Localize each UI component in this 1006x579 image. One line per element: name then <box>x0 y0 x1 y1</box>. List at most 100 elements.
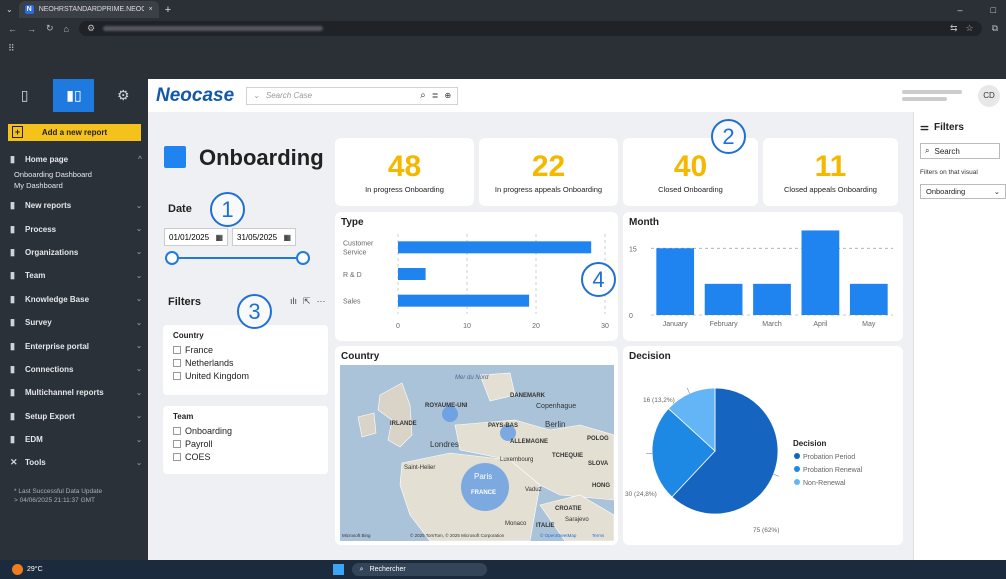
sidebar-item-tools[interactable]: ✕ Tools ⌄ <box>0 451 148 474</box>
sidebar-menu-rest: ▮ New reports ⌄ ▮ Process ⌄ ▮ Organizations ⌄ … <box>0 194 148 475</box>
sidebar-item-team[interactable]: ▮ Team ⌄ <box>0 264 148 287</box>
annotation-marker: 1 <box>210 192 245 227</box>
date-to-input[interactable]: 31/05/2025 ▦ <box>232 228 296 246</box>
tab-menu-icon[interactable]: ⌄ <box>6 5 13 14</box>
filter-option-onboarding[interactable]: Onboarding <box>173 424 318 437</box>
report-icon: ▮ <box>10 410 15 421</box>
map-label: ALLEMAGNE <box>510 439 548 445</box>
weather-temp: 29°C <box>27 566 43 573</box>
filter-option-france[interactable]: France <box>173 343 318 356</box>
kpi-card: 22 In progress appeals Onboarding <box>479 138 618 206</box>
maximize-button[interactable]: □ <box>991 5 996 15</box>
map-label: Mer du Nord <box>455 375 489 381</box>
close-tab-icon[interactable]: × <box>149 6 153 13</box>
calendar-icon[interactable]: ▦ <box>215 233 223 242</box>
chevron-down-icon[interactable]: ⌄ <box>994 187 1000 196</box>
list-icon[interactable]: ≣ <box>432 91 439 100</box>
tab-title: NEOHRSTANDARDPRIME.NEOC <box>38 6 144 13</box>
avatar[interactable]: CD <box>978 84 1000 107</box>
kpi-label: Closed appeals Onboarding <box>784 184 877 194</box>
sidebar-item-new-reports[interactable]: ▮ New reports ⌄ <box>0 194 148 217</box>
chevron-down-icon: ⌄ <box>136 366 142 374</box>
sidebar-subitem-my-dashboard[interactable]: My Dashboard <box>0 180 148 191</box>
chevron-down-icon: ⌄ <box>136 226 142 234</box>
x-tick-label: 10 <box>463 323 471 330</box>
weather-icon[interactable] <box>12 564 23 575</box>
country-map-panel: Country Mer du Nord DANEMARK Copenhague … <box>335 346 618 545</box>
reload-icon[interactable]: ↻ <box>46 23 54 34</box>
sidebar-subitem-onboarding[interactable]: Onboarding Dashboard <box>0 169 148 180</box>
neocase-logo: Neocase <box>156 84 235 106</box>
sidebar-item-knowledge-base[interactable]: ▮ Knowledge Base ⌄ <box>0 288 148 311</box>
taskbar-search[interactable]: ⌕ Rechercher <box>351 563 487 576</box>
sidebar-item-survey[interactable]: ▮ Survey ⌄ <box>0 311 148 334</box>
chevron-down-icon: ⌄ <box>136 272 142 280</box>
annotation-marker: 3 <box>237 294 272 329</box>
add-report-label: Add a new report <box>41 128 108 137</box>
sidebar-item-process[interactable]: ▮ Process ⌄ <box>0 217 148 240</box>
filter-chip-label: Onboarding <box>926 187 966 196</box>
dashboard-color-square <box>164 146 186 168</box>
map-label: Microsoft Bing <box>342 533 371 538</box>
filters-search-placeholder: Search <box>934 146 960 156</box>
kpi-card: 48 In progress Onboarding <box>335 138 474 206</box>
url-text-blurred <box>103 26 324 31</box>
user-name-blurred <box>902 90 962 101</box>
date-range-slider[interactable] <box>172 257 304 259</box>
apps-grid-icon[interactable]: ⠿ <box>8 43 15 54</box>
cases-icon[interactable]: ▯ <box>4 79 45 112</box>
windows-start-icon[interactable] <box>332 564 344 575</box>
zoom-search-icon[interactable]: ⊕ <box>444 91 451 100</box>
calendar-icon[interactable]: ▦ <box>283 233 291 242</box>
date-from-input[interactable]: 01/01/2025 ▦ <box>164 228 228 246</box>
tab-strip: ⌄ N NEOHRSTANDARDPRIME.NEOC × + – □ <box>0 0 1006 19</box>
filter-option-payroll[interactable]: Payroll <box>173 437 318 450</box>
date-label: Date <box>168 203 192 215</box>
bar <box>398 241 592 254</box>
map-label: Londres <box>430 440 459 449</box>
forward-icon[interactable]: → <box>27 24 36 34</box>
europe-map[interactable]: Mer du Nord DANEMARK Copenhague ROYAUME-… <box>340 365 614 541</box>
site-info-icon[interactable]: ⚙ <box>87 23 95 34</box>
sidebar-item-edm[interactable]: ▮ EDM ⌄ <box>0 428 148 451</box>
home-icon[interactable]: ⌂ <box>64 24 69 34</box>
search-mode-dropdown[interactable]: ⌄ <box>253 91 260 100</box>
browser-tab[interactable]: N NEOHRSTANDARDPRIME.NEOC × <box>18 1 159 18</box>
slider-end-handle[interactable] <box>296 251 310 265</box>
url-field[interactable]: ⚙ ⇆ ☆ <box>78 21 982 36</box>
filter-option-united-kingdom[interactable]: United Kingdom <box>173 369 318 382</box>
more-options-icon[interactable]: ··· <box>317 296 326 307</box>
category-label: Sales <box>343 299 361 306</box>
chevron-down-icon: ⌄ <box>136 202 142 210</box>
last-update-line2: > 04/06/2025 21:11:37 GMT <box>14 496 96 504</box>
expand-icon[interactable]: ⇱ <box>303 296 311 307</box>
extensions-icon[interactable]: ⧉ <box>992 23 998 34</box>
sidebar-item-enterprise-portal[interactable]: ▮ Enterprise portal ⌄ <box>0 334 148 357</box>
filter-option-netherlands[interactable]: Netherlands <box>173 356 318 369</box>
search-icon[interactable]: ⌕ <box>420 90 426 101</box>
sidebar-item-setup-export[interactable]: ▮ Setup Export ⌄ <box>0 405 148 428</box>
bookmark-star-icon[interactable]: ☆ <box>965 23 973 34</box>
new-tab-button[interactable]: + <box>165 4 171 16</box>
sidebar-item-connections[interactable]: ▮ Connections ⌄ <box>0 358 148 381</box>
search-case-input[interactable]: ⌄ Search Case ⌕ ≣ ⊕ <box>246 86 459 105</box>
minimize-button[interactable]: – <box>958 5 963 15</box>
slider-start-handle[interactable] <box>165 251 179 265</box>
settings-gear-icon[interactable]: ⚙ <box>103 79 144 112</box>
map-label: ITALIE <box>536 523 555 529</box>
filters-search-input[interactable]: ⌕ Search <box>920 143 1000 159</box>
sidebar-item-multichannel-reports[interactable]: ▮ Multichannel reports ⌄ <box>0 381 148 404</box>
sidebar-item-home-page[interactable]: ▮ Home page ^ <box>0 149 148 169</box>
sidebar: + Add a new report ▮ Home page ^ Onboardin… <box>0 112 148 560</box>
filter-option-coes[interactable]: COES <box>173 450 318 463</box>
date-from-value: 01/01/2025 <box>169 232 210 242</box>
map-label: PAYS-BAS <box>488 423 518 429</box>
reports-icon[interactable]: ▮▯ <box>53 79 95 112</box>
back-icon[interactable]: ← <box>8 24 17 34</box>
chart-icon[interactable]: ılı <box>290 296 297 307</box>
sidebar-item-organizations[interactable]: ▮ Organizations ⌄ <box>0 241 148 264</box>
chevron-down-icon: ⌄ <box>136 413 142 421</box>
onboarding-filter-chip[interactable]: Onboarding ⌄ <box>920 184 1006 199</box>
add-report-button[interactable]: + Add a new report <box>8 124 141 141</box>
translate-icon[interactable]: ⇆ <box>950 23 958 34</box>
